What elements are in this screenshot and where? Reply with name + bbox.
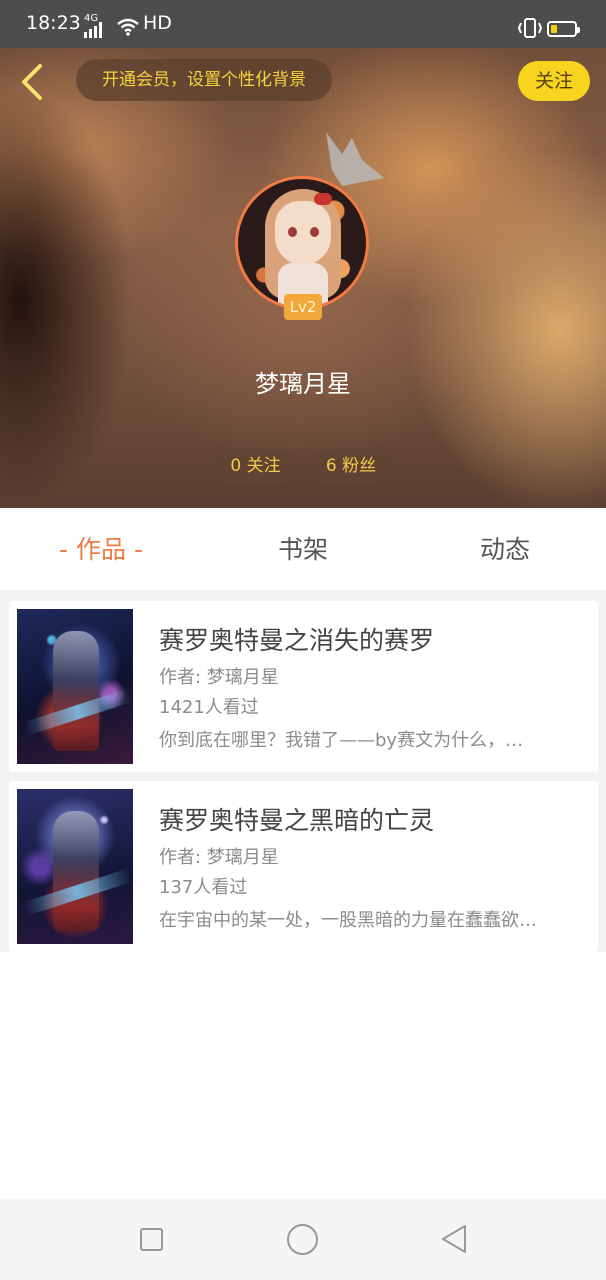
tab-works[interactable]: - 作品 - bbox=[1, 508, 201, 590]
battery-icon bbox=[547, 21, 580, 37]
level-badge: Lv2 bbox=[284, 294, 322, 320]
list-item[interactable]: 赛罗奥特曼之黑暗的亡灵 作者: 梦璃月星 137人看过 在宇宙中的某一处，一股黑… bbox=[9, 781, 598, 952]
circle-icon[interactable] bbox=[287, 1224, 318, 1255]
book-author: 作者: 梦璃月星 bbox=[159, 667, 279, 688]
battery-level bbox=[551, 25, 557, 33]
book-description: 你到底在哪里？我错了——by赛文为什么，… bbox=[159, 730, 524, 751]
book-cover bbox=[17, 789, 133, 944]
avatar[interactable] bbox=[235, 176, 369, 310]
back-button[interactable] bbox=[14, 60, 54, 104]
hd-indicator: HD bbox=[143, 12, 172, 34]
book-description: 在宇宙中的某一处，一股黑暗的力量在蠢蠢欲… bbox=[159, 910, 537, 931]
profile-tabs: - 作品 - 书架 动态 bbox=[0, 508, 606, 590]
square-icon[interactable] bbox=[140, 1228, 163, 1251]
status-bar: 18:23 4G HD bbox=[0, 0, 606, 48]
system-nav-bar bbox=[0, 1199, 606, 1280]
fans-count-button[interactable]: 6 粉丝 bbox=[312, 449, 390, 484]
list-item[interactable]: 赛罗奥特曼之消失的赛罗 作者: 梦璃月星 1421人看过 你到底在哪里？我错了—… bbox=[9, 601, 598, 772]
follow-button[interactable]: 关注 bbox=[518, 61, 590, 101]
wifi-icon bbox=[117, 18, 139, 36]
book-author: 作者: 梦璃月星 bbox=[159, 847, 279, 868]
book-views: 137人看过 bbox=[159, 877, 248, 898]
works-list: 赛罗奥特曼之消失的赛罗 作者: 梦璃月星 1421人看过 你到底在哪里？我错了—… bbox=[0, 590, 606, 952]
profile-header: 18:23 4G HD 开通会员，设置个性化背景 关注 Lv2 梦璃月星 0 关… bbox=[0, 0, 606, 508]
book-title: 赛罗奥特曼之黑暗的亡灵 bbox=[159, 806, 435, 835]
status-time: 18:23 bbox=[26, 12, 81, 34]
book-title: 赛罗奥特曼之消失的赛罗 bbox=[159, 626, 435, 655]
vip-background-banner[interactable]: 开通会员，设置个性化背景 bbox=[76, 59, 332, 101]
user-nickname: 梦璃月星 bbox=[255, 370, 351, 398]
tab-bookshelf[interactable]: 书架 bbox=[203, 508, 403, 590]
tab-activity[interactable]: 动态 bbox=[405, 508, 605, 590]
vibrate-icon bbox=[518, 18, 542, 38]
book-cover bbox=[17, 609, 133, 764]
signal-icon bbox=[84, 22, 102, 38]
book-views: 1421人看过 bbox=[159, 697, 259, 718]
triangle-back-icon[interactable] bbox=[440, 1224, 468, 1254]
following-count-button[interactable]: 0 关注 bbox=[216, 449, 295, 484]
